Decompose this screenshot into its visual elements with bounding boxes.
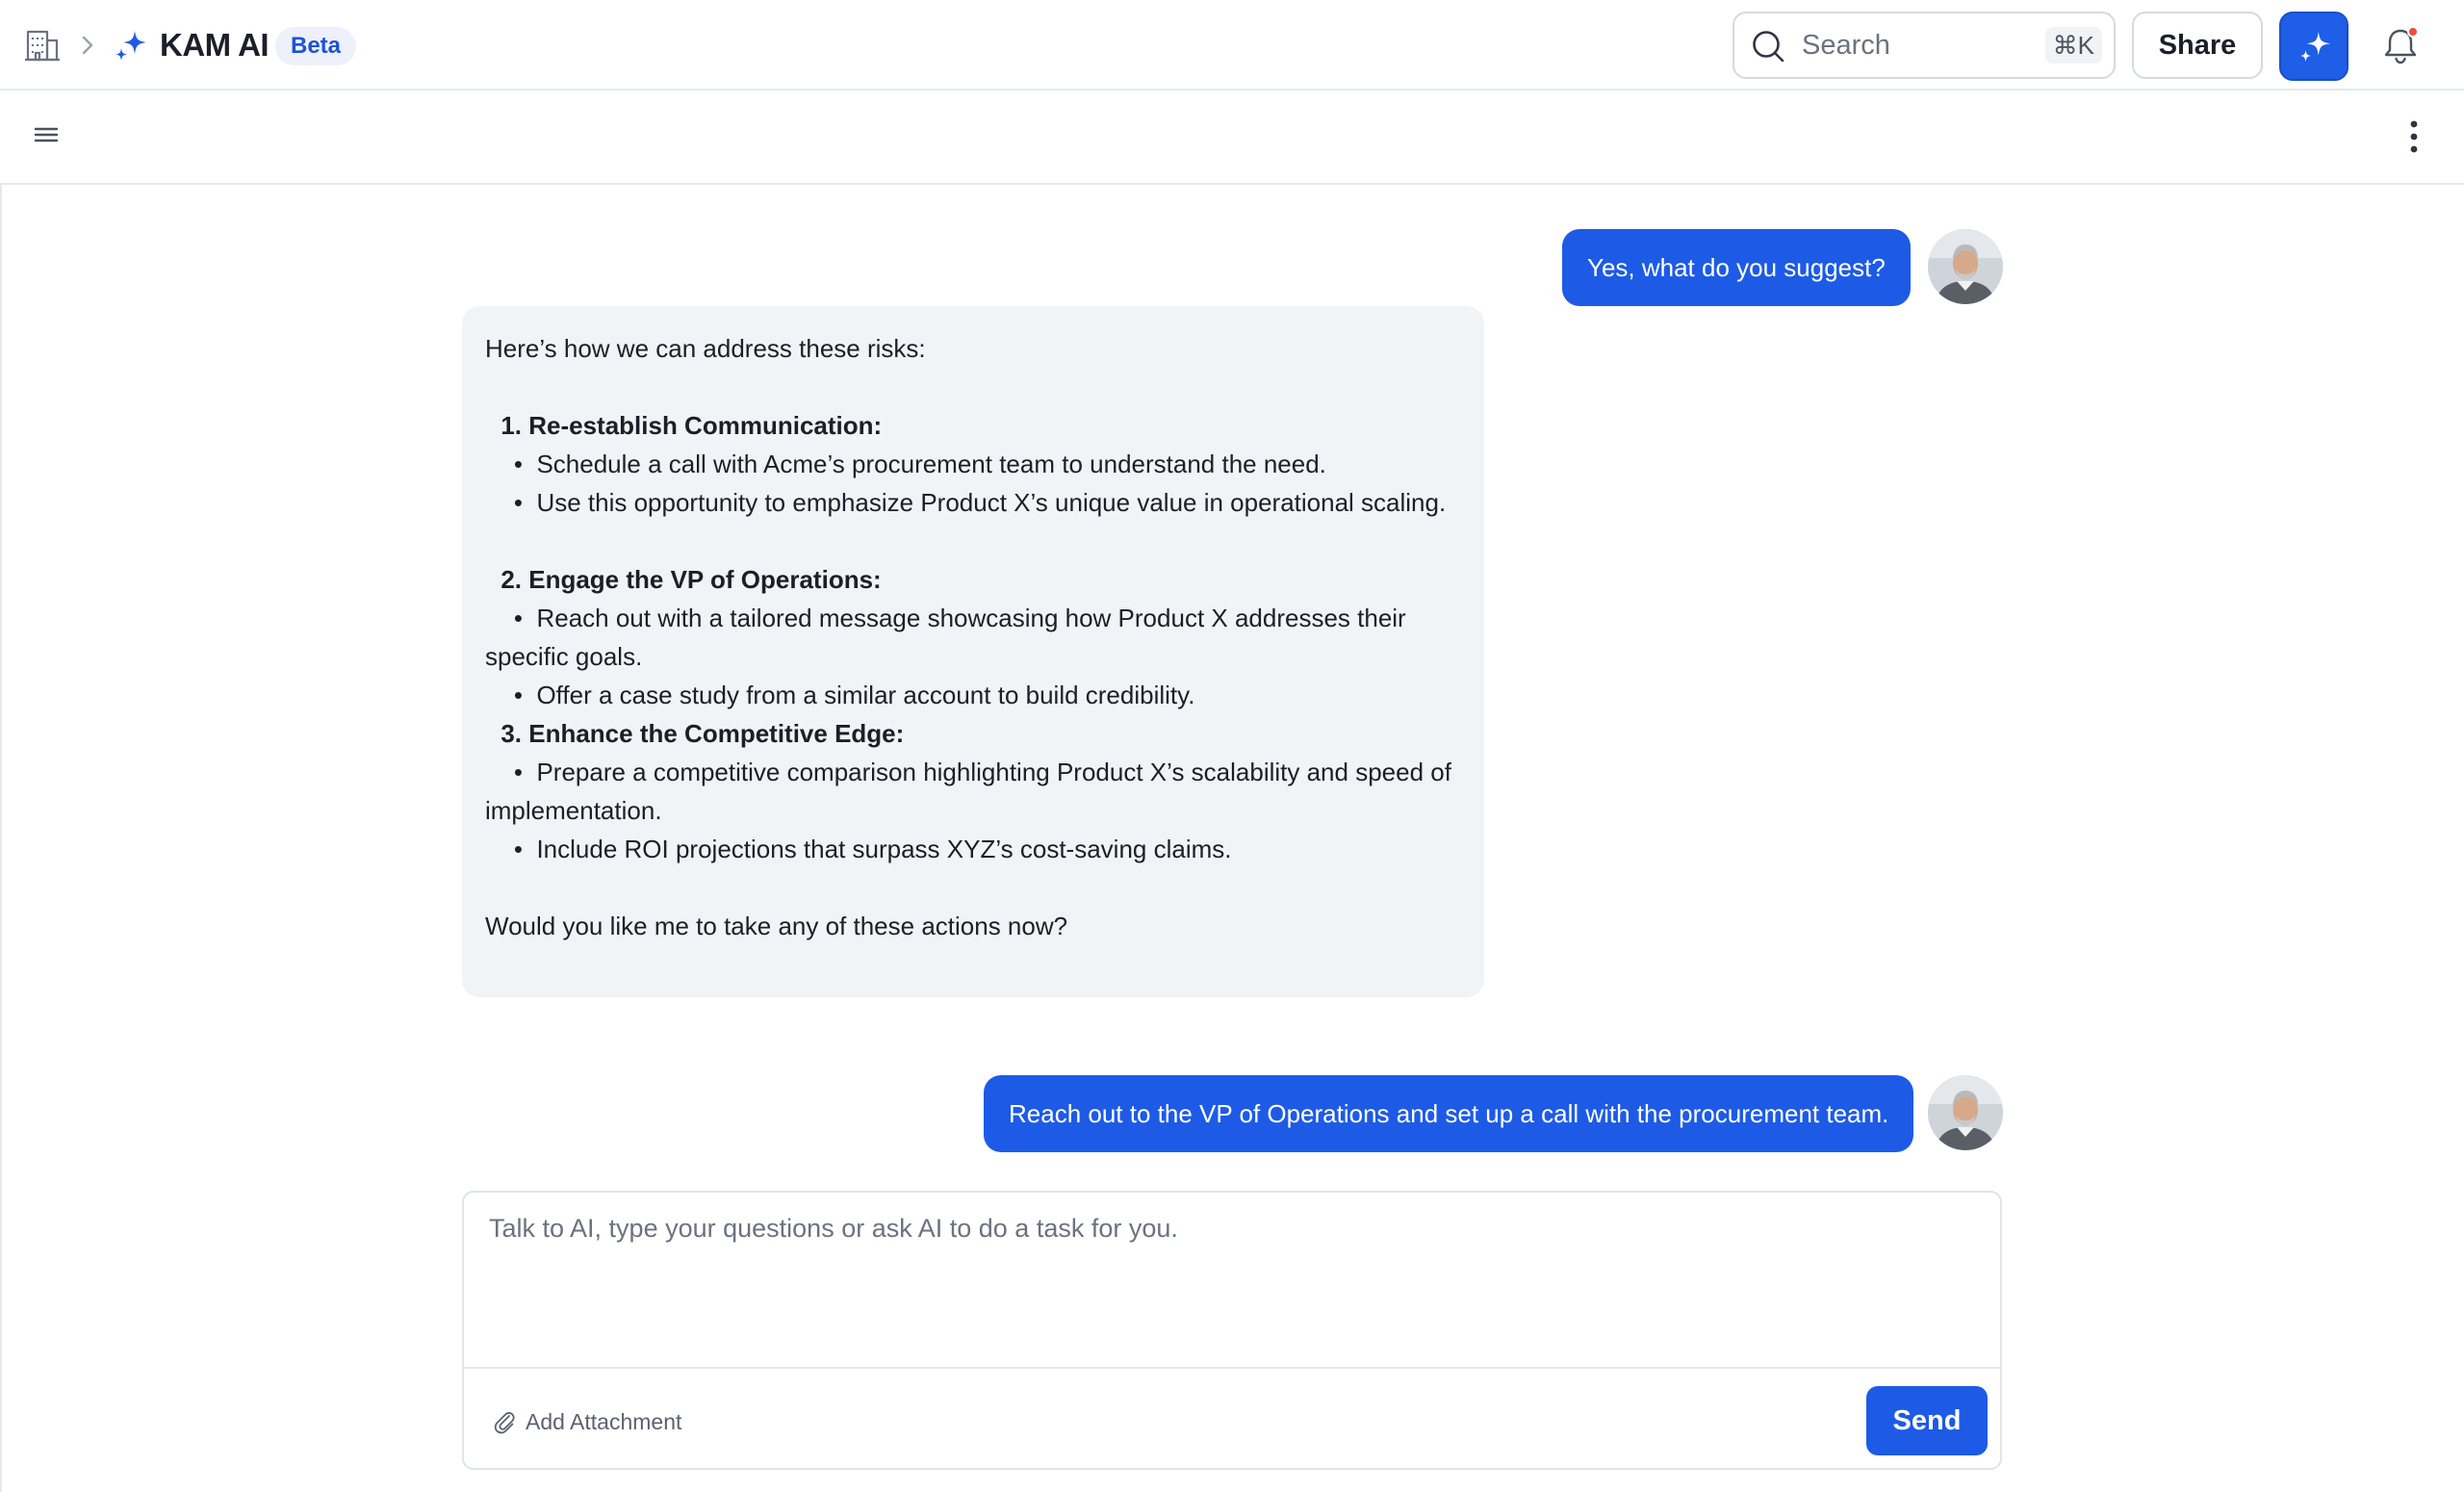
list-item: • Offer a case study from a similar acco… xyxy=(513,681,1195,709)
search-placeholder: Search xyxy=(1802,30,1890,61)
ai-assistant-button[interactable] xyxy=(2279,12,2348,81)
search-input[interactable]: Search ⌘K xyxy=(1732,12,2116,79)
step-number: 1. xyxy=(500,411,522,440)
avatar xyxy=(1928,229,2003,304)
divider xyxy=(0,185,2,1492)
sparkle-icon xyxy=(2299,31,2331,63)
bell-icon[interactable] xyxy=(2381,23,2424,67)
paperclip-icon xyxy=(494,1412,515,1434)
user-message: Reach out to the VP of Operations and se… xyxy=(984,1075,1914,1152)
page-title: KAM AI xyxy=(160,27,270,63)
list-item: • Use this opportunity to emphasize Prod… xyxy=(513,488,1447,517)
add-attachment-button[interactable]: Add Attachment xyxy=(493,1405,681,1438)
step-number: 3. xyxy=(500,719,522,748)
step-title: Engage the VP of Operations: xyxy=(528,565,882,594)
hamburger-menu-icon[interactable] xyxy=(33,123,60,146)
send-button[interactable]: Send xyxy=(1866,1386,1988,1455)
chat-input[interactable] xyxy=(489,1214,1971,1329)
list-item: • Prepare a competitive comparison highl… xyxy=(485,758,1451,825)
avatar xyxy=(1928,1075,2003,1150)
building-icon[interactable] xyxy=(23,26,62,64)
step-number: 2. xyxy=(500,565,522,594)
chevron-right-icon xyxy=(82,36,93,55)
step-title: Re-establish Communication: xyxy=(528,411,883,440)
composer: Add Attachment Send xyxy=(462,1191,2002,1470)
share-button[interactable]: Share xyxy=(2132,12,2263,79)
top-bar: KAM AI Beta Search ⌘K Share xyxy=(0,0,2464,90)
more-vertical-icon[interactable] xyxy=(2400,117,2427,156)
attach-label: Add Attachment xyxy=(526,1408,682,1434)
beta-badge: Beta xyxy=(275,27,357,65)
list-item: • Reach out with a tailored message show… xyxy=(485,604,1406,671)
chat-toolbar xyxy=(0,90,2464,185)
divider xyxy=(464,1367,2000,1369)
user-message: Yes, what do you suggest? xyxy=(1562,229,1911,306)
list-item: • Schedule a call with Acme’s procuremen… xyxy=(513,450,1326,478)
search-icon xyxy=(1753,31,1784,63)
assistant-intro: Here’s how we can address these risks: xyxy=(485,334,926,363)
list-item: • Include ROI projections that surpass X… xyxy=(513,835,1232,863)
search-shortcut: ⌘K xyxy=(2044,27,2102,64)
step-heading: 1. Re-establish Communication: xyxy=(485,406,1461,445)
step-heading: 3. Enhance the Competitive Edge: xyxy=(485,714,1461,753)
sparkle-icon xyxy=(116,31,146,61)
step-heading: 2. Engage the VP of Operations: xyxy=(485,560,1461,599)
assistant-closing: Would you like me to take any of these a… xyxy=(485,912,1068,940)
step-title: Enhance the Competitive Edge: xyxy=(528,719,905,748)
assistant-message: Here’s how we can address these risks: 1… xyxy=(462,306,1484,997)
